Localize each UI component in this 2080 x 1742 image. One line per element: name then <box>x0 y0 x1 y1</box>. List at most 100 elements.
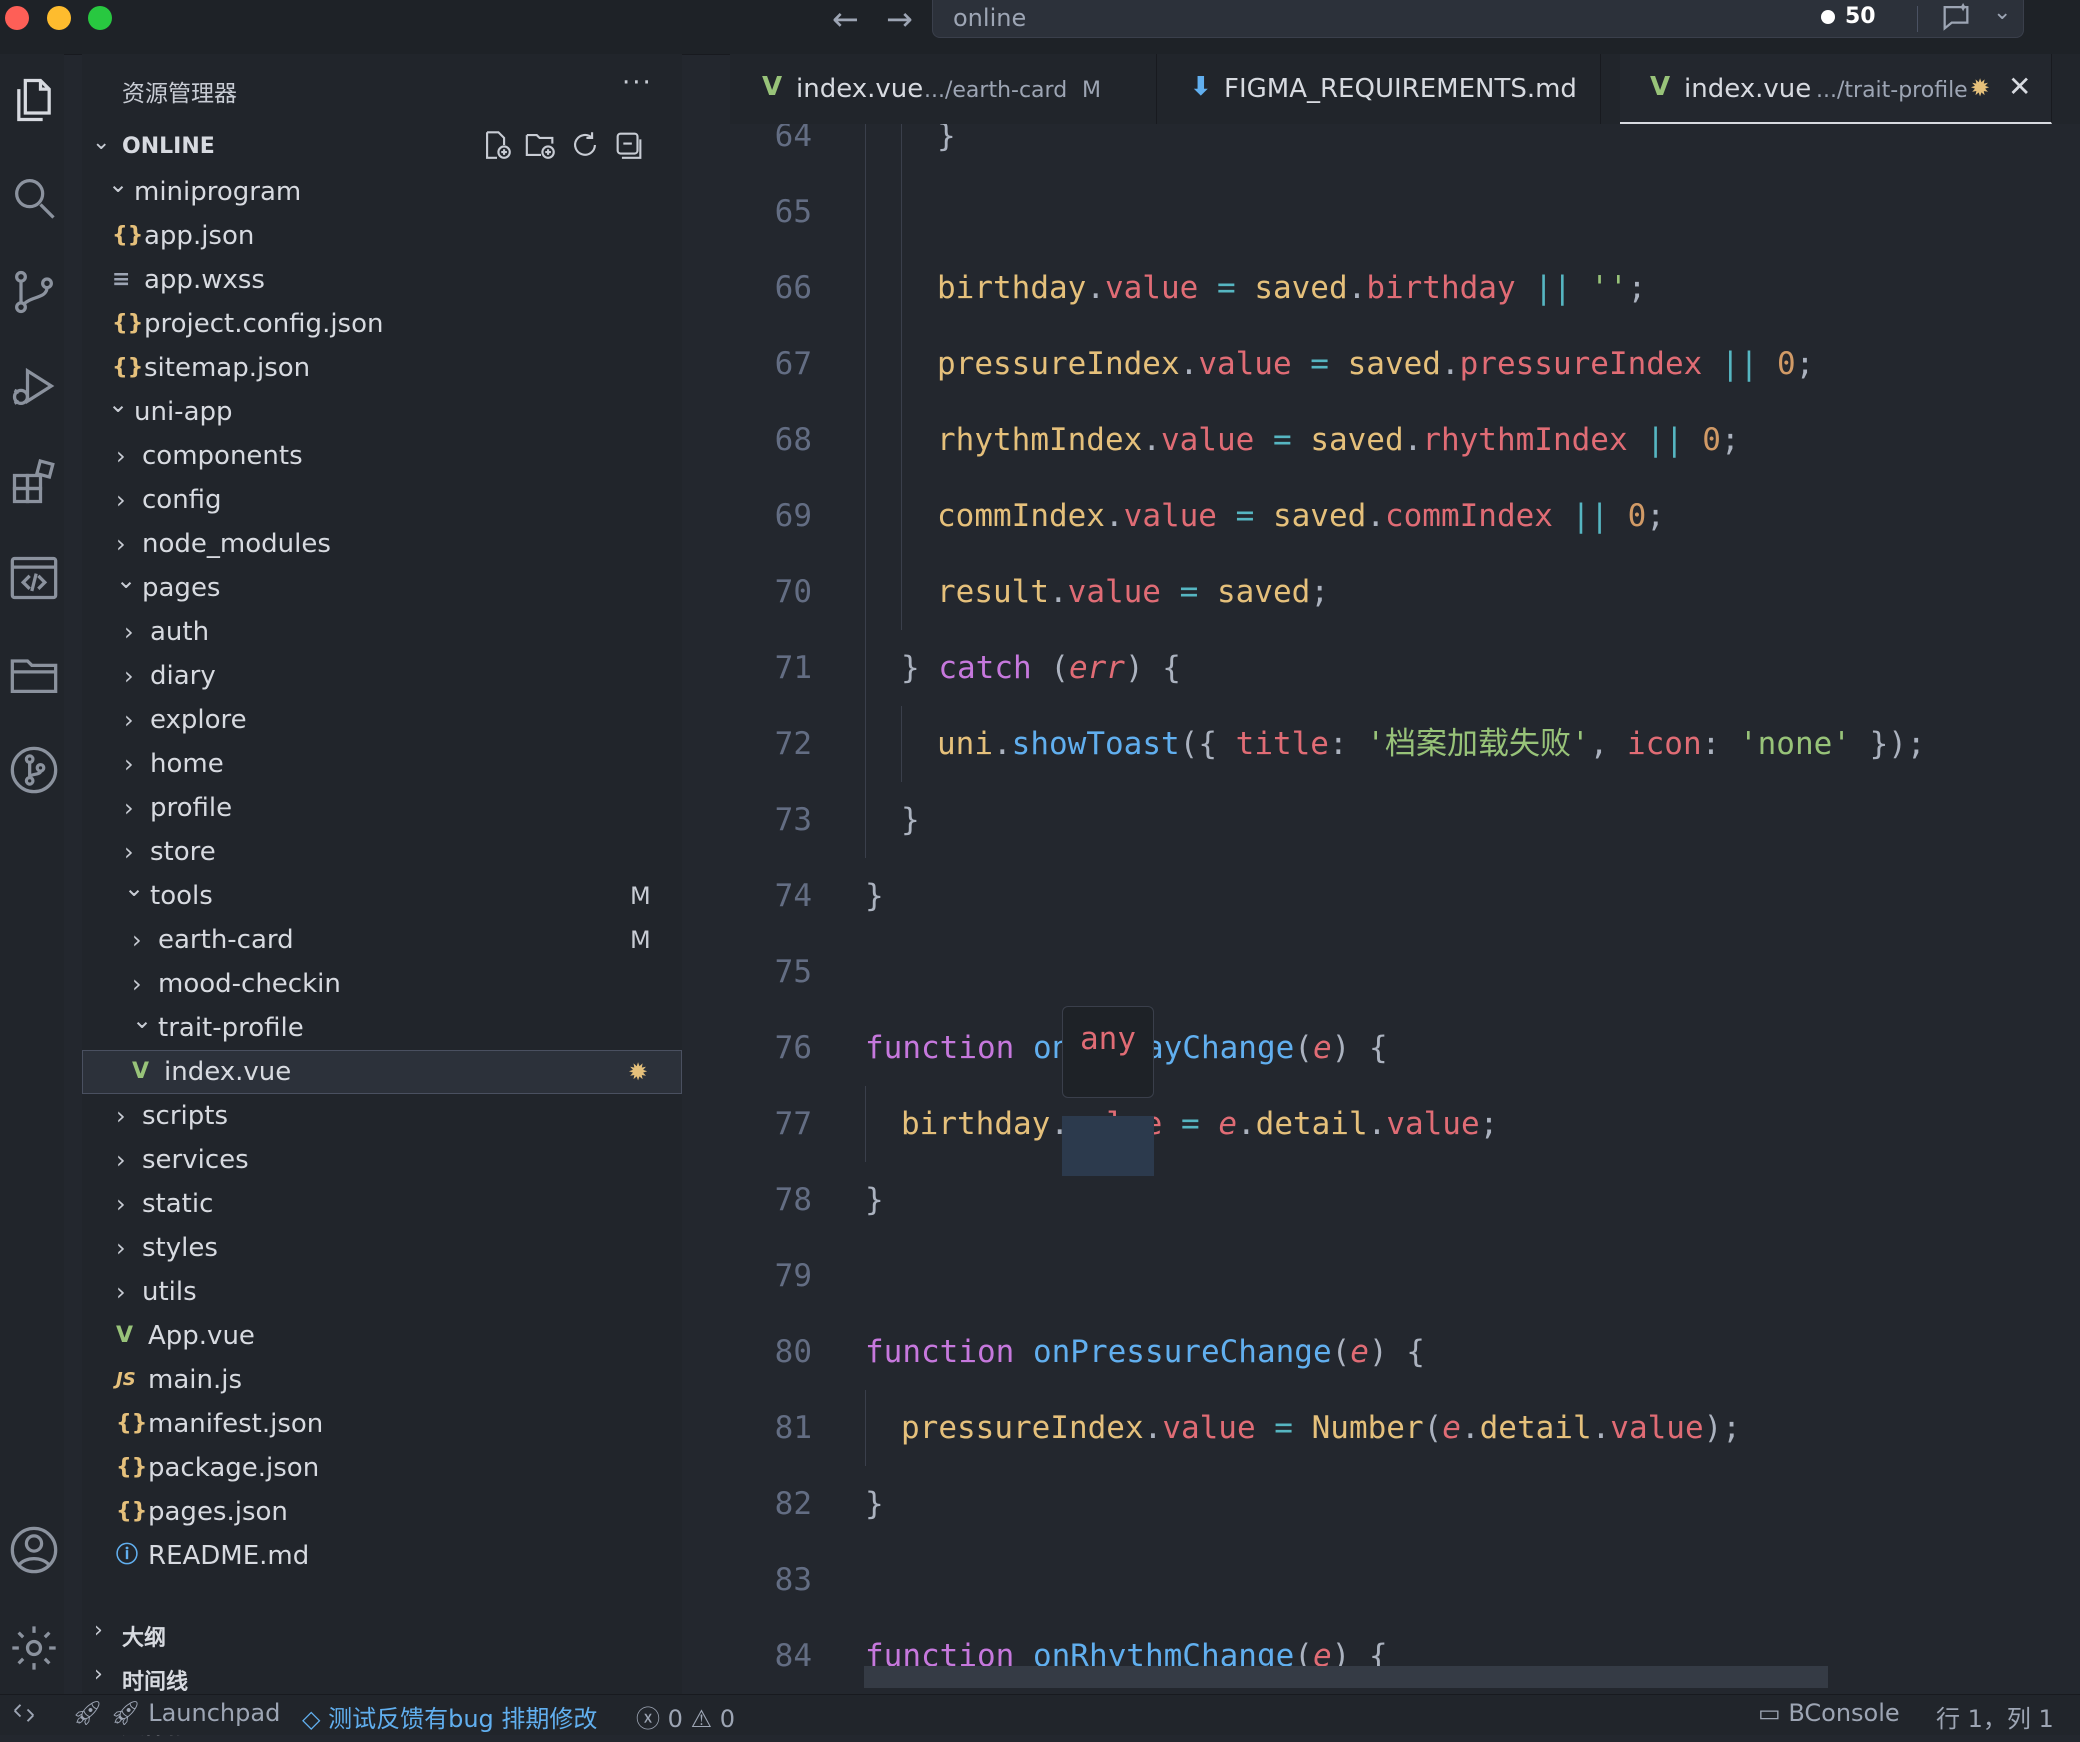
tree-item[interactable]: ⌄ miniprogram <box>82 170 682 214</box>
code-token: function <box>865 1334 1015 1370</box>
indent-guide <box>901 250 902 326</box>
tree-item[interactable]: › auth <box>82 610 682 654</box>
tree-item[interactable]: › utils <box>82 1270 682 1314</box>
tree-item[interactable]: › static <box>82 1182 682 1226</box>
code-token: result <box>937 574 1049 610</box>
cursor-position[interactable]: 行 1，列 1 <box>1936 1699 2054 1734</box>
tree-item[interactable]: V App.vue <box>82 1314 682 1358</box>
file-tree: ⌄ miniprogram{} app.json ≡ app.wxss{} project… <box>82 170 682 1612</box>
code-token: pressureIndex <box>1459 346 1703 382</box>
outline-section-header[interactable]: › 大纲 <box>82 1612 682 1654</box>
tree-item[interactable]: ⓘ README.md <box>82 1534 682 1578</box>
code-token: = <box>1216 498 1273 534</box>
tab-name: index.vue <box>796 74 924 104</box>
forward-arrow-icon[interactable]: → <box>886 3 913 35</box>
explorer-icon[interactable] <box>8 74 60 126</box>
gear-icon[interactable] <box>8 1622 60 1674</box>
refresh-icon[interactable] <box>568 128 602 162</box>
command-center[interactable]: online 50 ⌄ <box>932 0 2024 38</box>
code-token: value <box>1067 574 1161 610</box>
notification-count[interactable]: 50 <box>1821 4 1876 29</box>
code-token: birthday <box>901 1106 1051 1142</box>
tree-item[interactable]: {} app.json <box>82 214 682 258</box>
code-token: saved <box>1254 270 1348 306</box>
git-graph-icon[interactable] <box>8 744 60 796</box>
tree-item[interactable]: ≡ app.wxss <box>82 258 682 302</box>
line-number: 66 <box>774 270 812 306</box>
line-number: 80 <box>774 1334 812 1370</box>
new-folder-icon[interactable] <box>524 128 558 162</box>
tree-item[interactable]: › home <box>82 742 682 786</box>
tab-trait-profile-index[interactable]: V index.vue .../trait-profile ✹ ✕ <box>1620 54 2052 124</box>
code-token: } <box>865 1182 884 1218</box>
chat-icon[interactable] <box>1939 0 1973 41</box>
tree-item[interactable]: {} manifest.json <box>82 1402 682 1446</box>
code-token: . <box>1104 498 1124 534</box>
tree-item[interactable]: › config <box>82 478 682 522</box>
tree-item[interactable]: › node_modules <box>82 522 682 566</box>
tree-item[interactable]: {} sitemap.json <box>82 346 682 390</box>
tree-item[interactable]: › profile <box>82 786 682 830</box>
problems-indicator[interactable]: ⓧ 0 ⚠ 0 <box>636 1699 735 1734</box>
tree-item[interactable]: Vindex.vue ✹ <box>82 1050 682 1094</box>
remote-explorer-icon[interactable] <box>8 552 60 604</box>
more-actions-icon[interactable]: ··· <box>622 68 653 98</box>
tab-figma-requirements[interactable]: ⬇ FIGMA_REQUIREMENTS.md <box>1156 54 1601 124</box>
task-link[interactable]: ◇ 测试反馈有bug 排期修改 <box>302 1699 597 1734</box>
close-icon[interactable]: ✕ <box>2008 70 2031 103</box>
source-control-icon[interactable] <box>8 266 60 318</box>
editor-tab-bar: V index.vue .../earth-card M ⬇ FIGMA_REQ… <box>730 54 2080 124</box>
run-debug-icon[interactable] <box>8 360 60 412</box>
tree-item[interactable]: ⌄ uni-app <box>82 390 682 434</box>
tree-item[interactable]: ⌄ pages <box>82 566 682 610</box>
tree-item[interactable]: {} project.config.json <box>82 302 682 346</box>
json-file-icon: {} <box>112 311 144 336</box>
tree-item[interactable]: › earth-card M <box>82 918 682 962</box>
launchpad-item[interactable]: 🚀︎ 🚀︎ Launchpad <box>72 1699 280 1727</box>
extensions-icon[interactable] <box>8 456 60 508</box>
vue-file-icon: V <box>116 1323 134 1348</box>
window-close-button[interactable] <box>5 6 29 30</box>
code-editor[interactable]: 64} 65 66 birthday.value = saved.birthday |… <box>730 124 2080 1694</box>
bconsole-item[interactable]: ▭ BConsole <box>1758 1699 1900 1727</box>
json-file-icon: {} <box>116 1455 148 1480</box>
new-file-icon[interactable] <box>480 128 514 162</box>
code-token: ({ <box>1179 726 1236 762</box>
tree-item[interactable]: › styles <box>82 1226 682 1270</box>
search-icon[interactable] <box>8 172 60 224</box>
tab-earth-card-index[interactable]: V index.vue .../earth-card M <box>730 54 1157 124</box>
horizontal-scrollbar[interactable] <box>864 1666 1828 1688</box>
tree-item[interactable]: › scripts <box>82 1094 682 1138</box>
tree-item[interactable]: › diary <box>82 654 682 698</box>
timeline-section-header[interactable]: › 时间线 <box>82 1656 682 1698</box>
tree-item[interactable]: JS main.js <box>82 1358 682 1402</box>
tree-item[interactable]: ⌄ trait-profile <box>82 1006 682 1050</box>
tree-item[interactable]: ⌄ tools M <box>82 874 682 918</box>
workspace-section-header[interactable]: ⌄ ONLINE <box>82 126 682 168</box>
indent-guide <box>901 554 902 630</box>
code-token: . <box>1460 1410 1480 1446</box>
title-bar: ← → online 50 ⌄ <box>0 0 2080 55</box>
tree-item[interactable]: › store <box>82 830 682 874</box>
tree-item[interactable]: › explore <box>82 698 682 742</box>
collapse-all-icon[interactable] <box>612 128 646 162</box>
code-text: pressureIndex.value = saved.pressureInde… <box>937 334 1814 394</box>
tree-item[interactable]: › mood-checkin <box>82 962 682 1006</box>
tree-item[interactable]: › services <box>82 1138 682 1182</box>
code-token: value <box>1160 422 1255 458</box>
code-token: value <box>1198 346 1292 382</box>
folder-icon[interactable] <box>8 648 60 700</box>
back-arrow-icon[interactable]: ← <box>832 3 859 35</box>
code-text: rhythmIndex.value = saved.rhythmIndex ||… <box>937 410 1740 470</box>
window-maximize-button[interactable] <box>88 6 112 30</box>
word-highlight <box>1062 1116 1154 1176</box>
tree-item[interactable]: {} pages.json <box>82 1490 682 1534</box>
remote-indicator-icon[interactable] <box>10 1699 38 1733</box>
tree-item[interactable]: › components <box>82 434 682 478</box>
account-icon[interactable] <box>8 1524 60 1576</box>
tree-item-label: manifest.json <box>148 1409 324 1439</box>
tree-item[interactable]: {} package.json <box>82 1446 682 1490</box>
window-minimize-button[interactable] <box>47 6 71 30</box>
timeline-section-label: 时间线 <box>122 1670 189 1695</box>
chevron-down-icon[interactable]: ⌄ <box>1993 0 2011 25</box>
